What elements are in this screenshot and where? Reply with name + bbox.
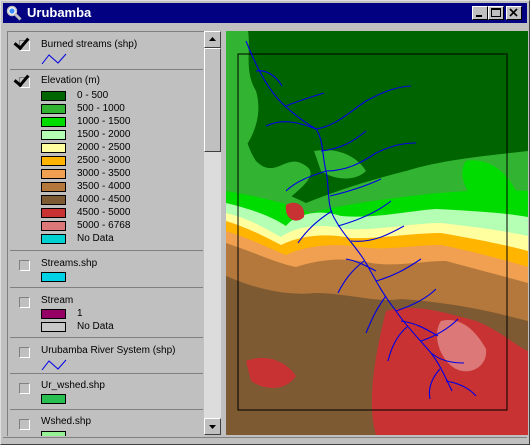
elevation-swatch (41, 195, 66, 205)
elevation-swatch (41, 104, 66, 114)
magnifier-app-icon (6, 5, 22, 21)
elevation-class-label: 4500 - 5000 (77, 207, 131, 218)
elevation-swatch (41, 169, 66, 179)
urubamba-river-system-checkbox[interactable] (19, 347, 30, 358)
elevation-map (226, 31, 528, 435)
stream-class-label: No Data (77, 321, 114, 332)
arrow-up-icon (209, 37, 216, 41)
layer-name: Elevation (m) (41, 75, 100, 86)
minimize-button[interactable] (472, 6, 488, 20)
divider (10, 250, 203, 251)
elevation-class-label: 3000 - 3500 (77, 168, 131, 179)
elevation-swatch (41, 221, 66, 231)
elevation-class-label: 1500 - 2000 (77, 129, 131, 140)
map-view[interactable] (226, 31, 528, 435)
elevation-class-label: 2000 - 2500 (77, 142, 131, 153)
line-symbol-icon (41, 359, 67, 371)
elevation-swatch (41, 143, 66, 153)
layer-name: Burned streams (shp) (41, 39, 138, 50)
maximize-icon (491, 8, 501, 17)
elevation-class-label: 5000 - 6768 (77, 220, 131, 231)
elevation-swatch (41, 182, 66, 192)
scroll-down-button[interactable] (204, 418, 221, 435)
elevation-class-label: 500 - 1000 (77, 103, 125, 114)
stream-checkbox[interactable] (19, 297, 30, 308)
divider (10, 287, 203, 288)
streams-shp-checkbox[interactable] (19, 260, 30, 271)
maximize-button[interactable] (488, 6, 504, 20)
elevation-class-label: No Data (77, 233, 114, 244)
elevation-class-label: 4000 - 4500 (77, 194, 131, 205)
layer-name: Urubamba River System (shp) (41, 345, 176, 356)
close-icon (509, 8, 518, 17)
layer-name: Streams.shp (41, 258, 98, 269)
line-symbol-icon (41, 53, 67, 65)
wshed-swatch (41, 431, 66, 436)
toc-scrollbar[interactable] (204, 31, 221, 435)
scroll-thumb[interactable] (204, 48, 221, 152)
scroll-up-button[interactable] (204, 31, 221, 48)
bottom-border (3, 437, 527, 438)
window-title: Urubamba (27, 5, 92, 20)
divider (10, 409, 203, 410)
elevation-swatch (41, 208, 66, 218)
stream-class-label: 1 (77, 308, 83, 319)
elevation-swatch (41, 234, 66, 244)
elevation-swatch (41, 156, 66, 166)
elevation-swatch (41, 117, 66, 127)
elevation-checkbox[interactable] (19, 77, 30, 88)
minimize-icon (476, 15, 482, 17)
layer-name: Ur_wshed.shp (41, 380, 105, 391)
elevation-swatch (41, 91, 66, 101)
stream-swatch (41, 309, 66, 319)
layer-name: Stream (41, 295, 74, 306)
urubamba-window: Urubamba Burned streams (shp) Elevation … (0, 0, 530, 445)
table-of-contents: Burned streams (shp) Elevation (m) 0 - 5… (7, 31, 205, 436)
stream-swatch (41, 322, 66, 332)
title-bar[interactable]: Urubamba (3, 3, 527, 23)
burned-streams-checkbox[interactable] (19, 40, 30, 51)
arrow-down-icon (209, 425, 216, 429)
elevation-swatch (41, 130, 66, 140)
streams-swatch (41, 272, 66, 282)
elevation-class-label: 2500 - 3000 (77, 155, 131, 166)
line-symbol (41, 53, 67, 65)
close-button[interactable] (506, 6, 522, 20)
ur-wshed-swatch (41, 394, 66, 404)
elevation-class-label: 1000 - 1500 (77, 116, 131, 127)
divider (10, 373, 203, 374)
wshed-checkbox[interactable] (19, 419, 30, 430)
divider (10, 69, 203, 70)
divider (10, 337, 203, 338)
layer-name: Wshed.shp (41, 416, 92, 427)
elevation-class-label: 0 - 500 (77, 90, 109, 101)
line-symbol (41, 359, 67, 371)
elevation-class-label: 3500 - 4000 (77, 181, 131, 192)
ur-wshed-checkbox[interactable] (19, 383, 30, 394)
